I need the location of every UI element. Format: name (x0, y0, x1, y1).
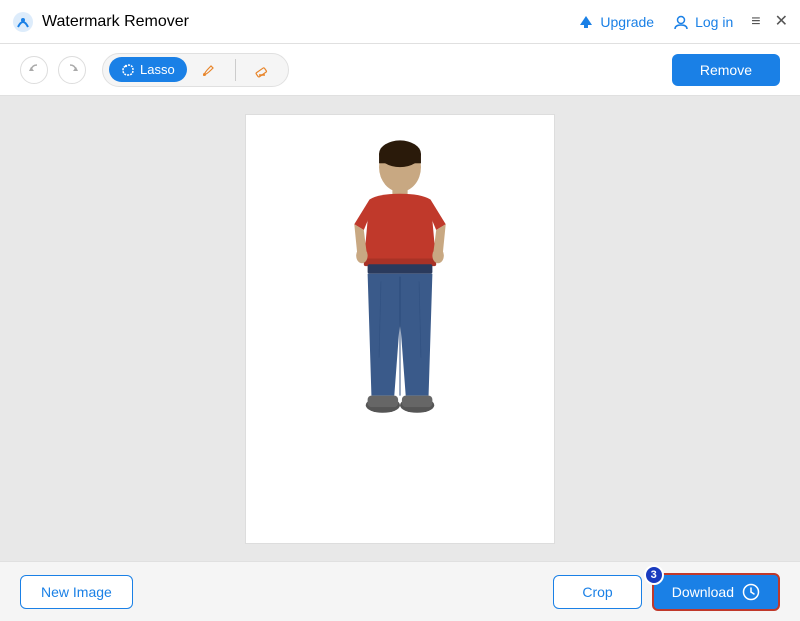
new-image-button[interactable]: New Image (20, 575, 133, 609)
download-wrapper: 3 Download (652, 573, 780, 611)
main-canvas-area (0, 96, 800, 561)
window-controls: ≡ ✕ (751, 14, 788, 30)
tool-group: Lasso (102, 53, 289, 87)
menu-button[interactable]: ≡ (751, 14, 760, 30)
crop-button[interactable]: Crop (553, 575, 641, 609)
brush-tool-button[interactable] (189, 57, 229, 83)
redo-icon (66, 63, 79, 76)
titlebar-right: Upgrade Log in ≡ ✕ (577, 13, 788, 31)
eraser-icon (254, 62, 270, 78)
lasso-tool-button[interactable]: Lasso (109, 57, 187, 82)
clock-icon (742, 583, 760, 601)
upgrade-button[interactable]: Upgrade (577, 13, 654, 31)
lasso-icon (121, 63, 135, 77)
toolbar: Lasso Remove (0, 44, 800, 96)
eraser-tool-button[interactable] (242, 57, 282, 83)
close-button[interactable]: ✕ (775, 14, 788, 30)
redo-button[interactable] (58, 56, 86, 84)
app-icon (12, 11, 34, 33)
titlebar: Watermark Remover Upgrade Log in ≡ ✕ (0, 0, 800, 44)
undo-button[interactable] (20, 56, 48, 84)
tool-divider (235, 59, 236, 81)
brush-icon (201, 62, 217, 78)
download-button[interactable]: Download (652, 573, 780, 611)
bottom-right-controls: Crop 3 Download (553, 573, 780, 611)
bottombar: New Image Crop 3 Download (0, 561, 800, 621)
app-title: Watermark Remover (42, 13, 189, 31)
image-canvas[interactable] (245, 114, 555, 544)
user-icon (672, 13, 690, 31)
remove-button[interactable]: Remove (672, 54, 780, 86)
upgrade-icon (577, 13, 595, 31)
person-figure (300, 129, 500, 529)
login-button[interactable]: Log in (672, 13, 733, 31)
download-badge: 3 (644, 565, 664, 585)
undo-icon (28, 63, 41, 76)
